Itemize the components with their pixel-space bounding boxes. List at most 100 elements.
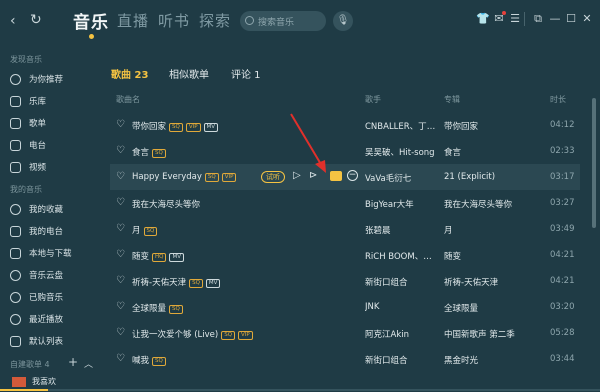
album-name[interactable]: 全球限量: [444, 302, 534, 314]
download-icon[interactable]: [330, 171, 342, 181]
table-row[interactable]: ♡ 带你回家 SQ VIP MV CNBALLER、丁世... 带你回家 04:12: [110, 112, 580, 138]
close-icon[interactable]: ✕: [580, 12, 594, 26]
skin-icon[interactable]: 👕: [476, 12, 490, 26]
song-title[interactable]: 我在大海尽头等你: [132, 198, 200, 210]
tab-similar-playlists[interactable]: 相似歌单: [169, 66, 209, 81]
back-icon[interactable]: ‹: [10, 13, 16, 29]
like-icon[interactable]: ♡: [116, 327, 125, 338]
song-title[interactable]: 全球限量 SQ: [132, 302, 183, 314]
sidebar-item-cloud[interactable]: 音乐云盘: [10, 266, 96, 284]
tab-music[interactable]: 音乐: [73, 8, 109, 33]
table-row[interactable]: ♡ 让我一次爱个够 (Live) SQ VIP 阿克江Akin 中国新歌声 第二季 05:2…: [110, 320, 580, 346]
artist-name[interactable]: VaVa毛衍七: [365, 172, 437, 184]
song-title-text: 让我一次爱个够 (Live): [132, 330, 219, 340]
sidebar-item-label: 本地与下载: [29, 249, 72, 259]
table-row[interactable]: ♡ 全球限量 SQ JNK 全球限量 03:20: [110, 294, 580, 320]
collapse-icon[interactable]: ︿: [84, 357, 93, 370]
like-icon[interactable]: ♡: [116, 353, 125, 364]
radio-icon: [10, 225, 21, 237]
scrollbar[interactable]: [592, 98, 596, 228]
sidebar-item-video[interactable]: 视频: [10, 158, 96, 176]
playlist-icon: [10, 117, 21, 129]
album-name[interactable]: 21 (Explicit): [444, 172, 534, 182]
tab-songs[interactable]: 歌曲 23: [111, 66, 148, 81]
sidebar-item-recommend[interactable]: 为你推荐: [10, 70, 96, 88]
song-title[interactable]: 食言 SQ: [132, 146, 166, 158]
sidebar-item-favorites[interactable]: 我的收藏: [10, 200, 96, 218]
mv-badge[interactable]: MV: [205, 279, 221, 288]
minimize-icon[interactable]: —: [548, 12, 562, 26]
song-title[interactable]: 祈祷-天佑天津 SQ MV: [132, 276, 221, 288]
album-name[interactable]: 黑金时光: [444, 354, 534, 366]
artist-name[interactable]: 新街口组合: [365, 354, 437, 366]
tab-live[interactable]: 直播: [117, 10, 149, 31]
like-icon[interactable]: ♡: [116, 197, 125, 208]
artist-name[interactable]: 张碧晨: [365, 224, 437, 236]
song-title[interactable]: 让我一次爱个够 (Live) SQ VIP: [132, 328, 253, 340]
sidebar-item-radio[interactable]: 电台: [10, 136, 96, 154]
sidebar-item-default-list[interactable]: 默认列表: [10, 332, 96, 350]
album-name[interactable]: 随变: [444, 250, 534, 262]
tab-audiobook[interactable]: 听书: [158, 10, 190, 31]
song-title-text: 月: [132, 226, 141, 236]
artist-name[interactable]: 吴吴破、Hit-song: [365, 146, 437, 158]
song-title[interactable]: 喊我 SQ: [132, 354, 166, 366]
album-name[interactable]: 带你回家: [444, 120, 534, 132]
like-icon[interactable]: ♡: [116, 249, 125, 260]
sidebar-item-my-radio[interactable]: 我的电台: [10, 222, 96, 240]
like-icon[interactable]: ♡: [116, 275, 125, 286]
add-to-playlist-icon[interactable]: ⊳: [309, 170, 317, 181]
more-icon[interactable]: −: [347, 170, 358, 181]
table-row[interactable]: ♡ 食言 SQ 吴吴破、Hit-song 食言 02:33: [110, 138, 580, 164]
song-title[interactable]: 月 SQ: [132, 224, 158, 236]
like-icon[interactable]: ♡: [116, 145, 125, 156]
like-icon[interactable]: ♡: [116, 119, 125, 130]
sidebar-item-local-download[interactable]: 本地与下载: [10, 244, 96, 262]
mini-mode-icon[interactable]: ⧉: [531, 12, 545, 26]
refresh-icon[interactable]: ↻: [30, 12, 42, 28]
playback-progress[interactable]: [0, 389, 600, 391]
table-row[interactable]: ♡ 我在大海尽头等你 BigYear大年 我在大海尽头等你 03:27: [110, 190, 580, 216]
artist-name[interactable]: RiCH BOOM、布...: [365, 250, 437, 262]
like-icon[interactable]: ♡: [116, 171, 125, 182]
table-row[interactable]: ♡ Happy Everyday SQ VIP 试听 ▷ ⊳ − VaVa毛衍七 21 (Expl…: [110, 164, 580, 190]
artist-name[interactable]: 新街口组合: [365, 276, 437, 288]
tab-comments[interactable]: 评论 1: [231, 66, 261, 81]
artist-name[interactable]: CNBALLER、丁世...: [365, 120, 437, 132]
sidebar-item-playlists[interactable]: 歌单: [10, 114, 96, 132]
add-playlist-icon[interactable]: +: [68, 355, 78, 369]
table-row[interactable]: ♡ 祈祷-天佑天津 SQ MV 新街口组合 祈祷-天佑天津 04:21: [110, 268, 580, 294]
menu-icon[interactable]: ☰: [508, 12, 522, 26]
artist-name[interactable]: BigYear大年: [365, 198, 437, 210]
album-name[interactable]: 月: [444, 224, 534, 236]
sidebar-item-recent[interactable]: 最近播放: [10, 310, 96, 328]
sidebar-item-purchased[interactable]: 已购音乐: [10, 288, 96, 306]
tab-explore[interactable]: 探索: [199, 10, 231, 31]
table-row[interactable]: ♡ 喊我 SQ 新街口组合 黑金时光 03:44: [110, 346, 580, 372]
sidebar-item-liked[interactable]: 我喜欢: [12, 376, 56, 387]
album-name[interactable]: 食言: [444, 146, 534, 158]
song-duration: 03:49: [550, 224, 575, 234]
search-input[interactable]: 搜索音乐: [240, 11, 326, 31]
play-icon[interactable]: ▷: [293, 170, 301, 181]
artist-name[interactable]: JNK: [365, 302, 437, 312]
song-title-text: 喊我: [132, 356, 150, 366]
artist-name[interactable]: 阿克江Akin: [365, 328, 437, 340]
table-row[interactable]: ♡ 月 SQ 张碧晨月 03:49: [110, 216, 580, 242]
trial-badge[interactable]: 试听: [261, 171, 285, 183]
song-duration: 04:21: [550, 250, 575, 260]
song-title[interactable]: 随变 HQ MV: [132, 250, 184, 262]
table-row[interactable]: ♡ 随变 HQ MV RiCH BOOM、布... 随变 04:21: [110, 242, 580, 268]
mic-icon[interactable]: 🎙: [333, 11, 353, 31]
song-title[interactable]: Happy Everyday SQ VIP: [132, 172, 237, 182]
maximize-icon[interactable]: ☐: [564, 12, 578, 26]
album-name[interactable]: 我在大海尽头等你: [444, 198, 534, 210]
mv-badge[interactable]: MV: [169, 253, 184, 262]
sidebar-item-library[interactable]: 乐库: [10, 92, 96, 110]
song-title[interactable]: 带你回家 SQ VIP MV: [132, 120, 219, 132]
album-name[interactable]: 祈祷-天佑天津: [444, 276, 534, 288]
album-name[interactable]: 中国新歌声 第二季: [444, 328, 534, 340]
mv-badge[interactable]: MV: [203, 123, 219, 132]
like-icon[interactable]: ♡: [116, 223, 125, 234]
like-icon[interactable]: ♡: [116, 301, 125, 312]
